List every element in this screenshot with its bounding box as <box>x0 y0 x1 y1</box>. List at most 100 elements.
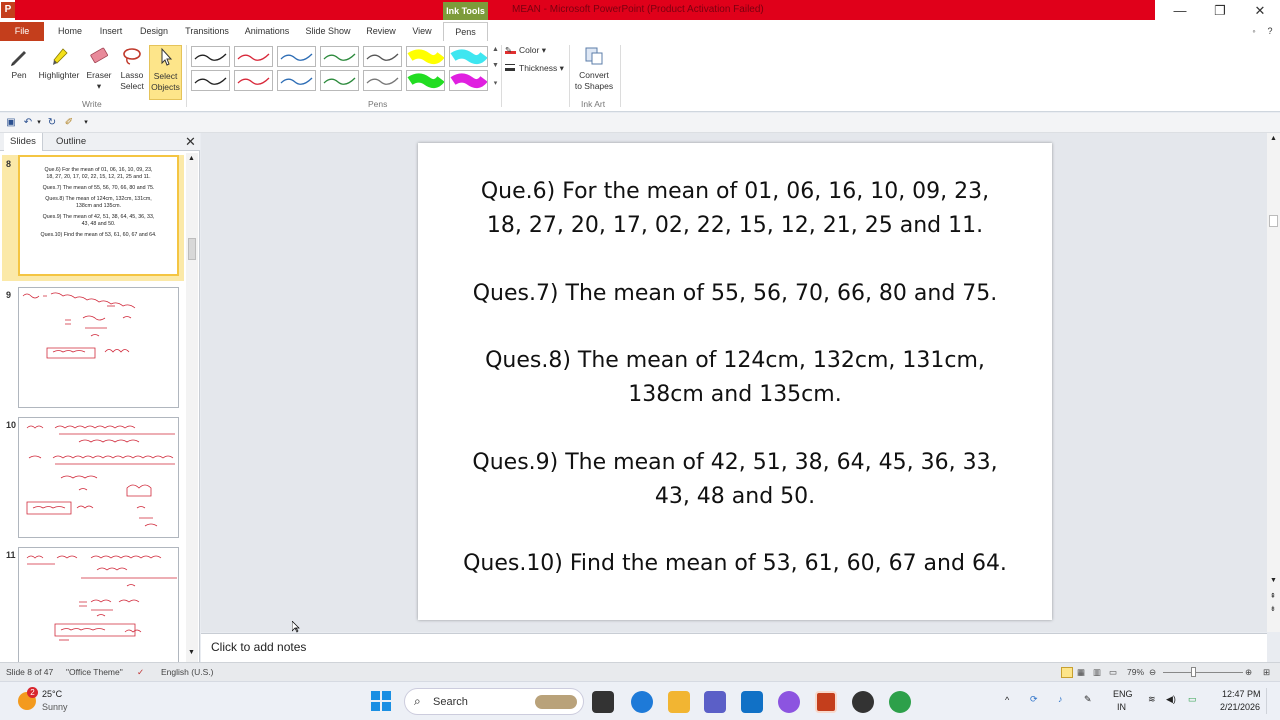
tab-file[interactable]: File <box>0 22 44 41</box>
chrome-icon[interactable] <box>889 691 911 713</box>
tab-view[interactable]: View <box>406 22 438 41</box>
main-scrollbar[interactable]: ▲ ▼ ⇞ ⇟ <box>1267 133 1280 632</box>
zoom-level[interactable]: 79% <box>1127 667 1144 677</box>
touch-mode-icon[interactable]: ✐ <box>63 117 75 129</box>
microphone-icon[interactable]: ♪ <box>1058 693 1063 705</box>
gallery-more-icon[interactable]: ▾ <box>491 79 500 93</box>
show-hidden-icons[interactable]: ^ <box>1005 694 1009 706</box>
minimize-button[interactable]: — <box>1160 0 1200 22</box>
current-slide[interactable]: Que.6) For the mean of 01, 06, 16, 10, 0… <box>418 143 1052 620</box>
gallery-down-icon[interactable]: ▼ <box>491 62 500 76</box>
tab-review[interactable]: Review <box>362 22 400 41</box>
pen-style-swatch[interactable] <box>363 70 402 91</box>
tab-outline[interactable]: Outline <box>50 133 92 151</box>
pen-style-swatch[interactable] <box>191 46 230 67</box>
help-icon[interactable]: ? <box>1264 22 1276 41</box>
weather-condition[interactable]: Sunny <box>42 701 68 713</box>
scroll-down-icon[interactable]: ▼ <box>1270 577 1277 584</box>
lasso-select-button[interactable]: Lasso Select <box>116 45 148 92</box>
sync-icon[interactable]: ⟳ <box>1030 693 1038 705</box>
powerpoint-app-icon[interactable]: P <box>1 2 15 18</box>
tab-insert[interactable]: Insert <box>92 22 130 41</box>
edge-browser-icon[interactable] <box>631 691 653 713</box>
restore-button[interactable]: ❐ <box>1200 0 1240 22</box>
scroll-up-icon[interactable]: ▲ <box>1270 135 1277 142</box>
pen-style-swatch[interactable] <box>406 46 445 67</box>
show-desktop-button[interactable] <box>1266 688 1276 714</box>
previous-slide-icon[interactable]: ⇞ <box>1270 592 1276 600</box>
zoom-in-icon[interactable]: ⊕ <box>1245 667 1252 678</box>
slide-text-line[interactable]: Ques.10) Find the mean of 53, 61, 60, 67… <box>418 551 1052 576</box>
undo-dropdown-icon[interactable]: ▾ <box>33 117 45 129</box>
scroll-up-icon[interactable]: ▲ <box>188 155 195 162</box>
pen-menu-icon[interactable]: ✎ <box>1084 693 1092 705</box>
slide-text-line[interactable]: 18, 27, 20, 17, 02, 22, 15, 12, 21, 25 a… <box>418 213 1052 238</box>
slide-sorter-icon[interactable]: ▦ <box>1077 667 1085 678</box>
highlighter-button[interactable]: Highlighter <box>36 45 82 81</box>
pen-style-swatch[interactable] <box>363 46 402 67</box>
pen-style-swatch[interactable] <box>277 46 316 67</box>
pen-style-swatch[interactable] <box>449 70 488 91</box>
slide-thumbnail-11[interactable] <box>18 547 179 668</box>
notes-pane[interactable]: Click to add notes <box>201 633 1267 662</box>
volume-icon[interactable]: ◀) <box>1166 693 1176 705</box>
spellcheck-icon[interactable]: ✓ <box>137 667 144 678</box>
slide-text-line[interactable]: 138cm and 135cm. <box>418 382 1052 407</box>
clock-date[interactable]: 2/21/2026 <box>1220 701 1260 713</box>
teams-icon[interactable] <box>704 691 726 713</box>
tab-home[interactable]: Home <box>52 22 88 41</box>
pen-style-swatch[interactable] <box>234 70 273 91</box>
outlook-icon[interactable] <box>741 691 763 713</box>
fit-to-window-icon[interactable]: ⊞ <box>1263 667 1270 678</box>
eraser-button[interactable]: Eraser ▾ <box>84 45 114 92</box>
pen-style-swatch[interactable] <box>320 46 359 67</box>
tab-transitions[interactable]: Transitions <box>180 22 234 41</box>
zoom-slider[interactable] <box>1163 672 1243 673</box>
save-icon[interactable]: ▣ <box>5 117 17 129</box>
customize-qat-icon[interactable]: ▾ <box>80 117 92 129</box>
slide-thumbnail-10[interactable] <box>18 417 179 538</box>
close-button[interactable]: ✕ <box>1240 0 1280 22</box>
notes-placeholder[interactable]: Click to add notes <box>211 640 306 654</box>
tab-slide-show[interactable]: Slide Show <box>300 22 356 41</box>
minimize-ribbon-icon[interactable]: ◦ <box>1248 22 1260 41</box>
next-slide-icon[interactable]: ⇟ <box>1270 605 1276 613</box>
close-pane-icon[interactable]: ✕ <box>185 134 196 150</box>
task-view-icon[interactable] <box>592 691 614 713</box>
reading-view-icon[interactable]: ▥ <box>1093 667 1101 678</box>
taskbar-search-box[interactable]: ⌕ Search <box>404 688 584 715</box>
slide-text-line[interactable]: Que.6) For the mean of 01, 06, 16, 10, 0… <box>418 179 1052 204</box>
slide-text-line[interactable]: Ques.8) The mean of 124cm, 132cm, 131cm, <box>418 348 1052 373</box>
pane-scrollbar[interactable]: ▲ ▼ <box>186 153 198 662</box>
select-objects-button[interactable]: Select Objects <box>149 45 182 100</box>
app-icon[interactable] <box>852 691 874 713</box>
scroll-down-icon[interactable]: ▼ <box>188 649 195 656</box>
language-line1[interactable]: ENG <box>1113 688 1133 700</box>
slide-text-line[interactable]: Ques.9) The mean of 42, 51, 38, 64, 45, … <box>418 450 1052 475</box>
slide-text-line[interactable]: Ques.7) The mean of 55, 56, 70, 66, 80 a… <box>418 281 1052 306</box>
language-line2[interactable]: IN <box>1117 701 1126 713</box>
convert-to-shapes-button[interactable]: Convert to Shapes <box>572 45 616 92</box>
pen-style-swatch[interactable] <box>191 70 230 91</box>
pen-style-swatch[interactable] <box>449 46 488 67</box>
wifi-icon[interactable]: ≋ <box>1148 693 1156 705</box>
battery-icon[interactable]: ▭ <box>1188 693 1197 705</box>
pen-style-swatch[interactable] <box>234 46 273 67</box>
pen-style-swatch[interactable] <box>277 70 316 91</box>
file-explorer-icon[interactable] <box>668 691 690 713</box>
slide-text-line[interactable]: 43, 48 and 50. <box>418 484 1052 509</box>
slide-thumbnail-8[interactable]: Que.6) For the mean of 01, 06, 16, 10, 0… <box>18 155 179 276</box>
ink-color-button[interactable]: ✎ Color ▾ <box>505 45 546 56</box>
eraser-dropdown-icon[interactable]: ▾ <box>97 81 101 91</box>
slideshow-view-icon[interactable]: ▭ <box>1109 667 1117 678</box>
ink-thickness-button[interactable]: Thickness ▾ <box>505 63 564 74</box>
gallery-up-icon[interactable]: ▲ <box>491 46 500 60</box>
tab-slides[interactable]: Slides <box>4 133 43 151</box>
windows-start-icon[interactable] <box>371 691 391 711</box>
redo-icon[interactable]: ↻ <box>46 117 58 129</box>
tab-animations[interactable]: Animations <box>240 22 294 41</box>
slide-thumbnail-9[interactable] <box>18 287 179 408</box>
temperature[interactable]: 25°C <box>42 688 62 700</box>
language-indicator[interactable]: English (U.S.) <box>161 667 213 677</box>
tab-design[interactable]: Design <box>134 22 174 41</box>
